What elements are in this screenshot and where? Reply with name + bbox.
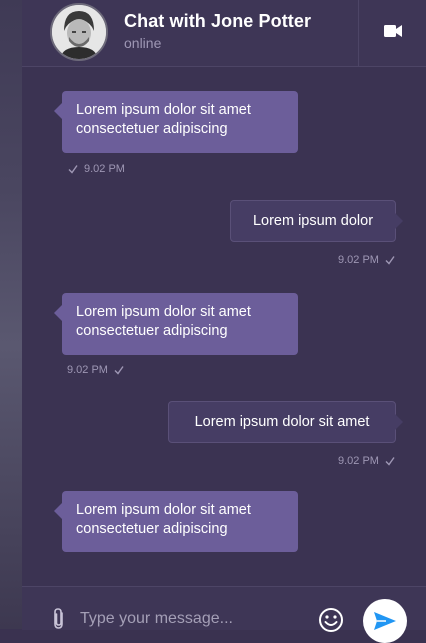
avatar[interactable] (50, 3, 108, 61)
message-bubble-incoming: Lorem ipsum dolor sit amet consectetuer … (54, 91, 298, 153)
avatar-image (52, 5, 106, 59)
smiley-icon[interactable] (318, 607, 344, 633)
header-divider (358, 0, 359, 66)
message-time: 9.02 PM (84, 163, 125, 175)
online-status: online (124, 35, 162, 51)
message-composer (22, 586, 426, 643)
video-call-button[interactable] (378, 18, 408, 44)
check-icon (385, 256, 395, 265)
message-bubble-outgoing: Lorem ipsum dolor (230, 200, 403, 242)
video-camera-icon (384, 25, 402, 37)
message-time: 9.02 PM (67, 364, 108, 376)
background-panel (0, 0, 22, 629)
check-icon (68, 165, 78, 174)
send-button[interactable] (363, 599, 407, 643)
message-list[interactable]: Lorem ipsum dolor sit amet consectetuer … (22, 66, 426, 586)
chat-title: Chat with Jone Potter (124, 11, 312, 31)
check-icon (385, 457, 395, 466)
message-meta: 9.02 PM (338, 254, 395, 266)
message-bubble-incoming: Lorem ipsum dolor sit amet consectetuer … (54, 293, 298, 355)
message-time: 9.02 PM (338, 254, 379, 266)
message-meta: 9.02 PM (338, 455, 395, 467)
message-time: 9.02 PM (338, 455, 379, 467)
paperclip-icon[interactable] (50, 607, 68, 631)
message-meta: 9.02 PM (68, 163, 125, 175)
chat-header: Chat with Jone Potter online (22, 0, 426, 67)
chat-panel: Chat with Jone Potter online Lorem ipsum… (22, 0, 426, 643)
message-bubble-incoming: Lorem ipsum dolor sit amet consectetuer … (54, 491, 298, 552)
message-bubble-outgoing: Lorem ipsum dolor sit amet (168, 401, 403, 443)
message-meta: 9.02 PM (67, 364, 124, 376)
send-icon (374, 612, 396, 630)
check-icon (114, 366, 124, 375)
